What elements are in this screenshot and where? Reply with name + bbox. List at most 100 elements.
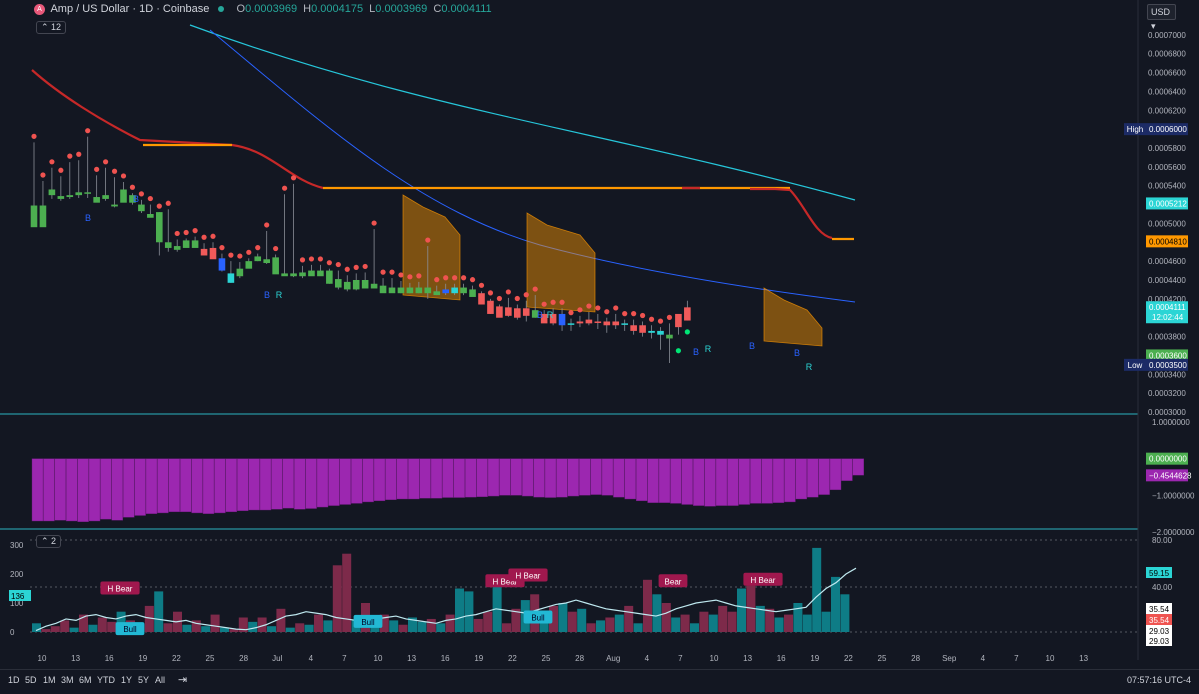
volume-bar [41, 629, 51, 632]
currency-select[interactable]: USD ▾ [1147, 4, 1176, 31]
signal-dot [228, 252, 234, 258]
candle-body [102, 195, 109, 199]
histogram-bar [442, 458, 454, 498]
date-axis-tick: 13 [743, 654, 752, 663]
date-axis-tick: 16 [777, 654, 786, 663]
date-axis-tick: 25 [542, 654, 551, 663]
volume-bar [840, 594, 850, 632]
indicator-count: 12 [51, 22, 62, 32]
histogram-bar [533, 458, 545, 498]
histogram-bar [761, 458, 773, 504]
date-range-icon[interactable]: ⇥ [178, 673, 187, 686]
range-6m[interactable]: 6M [79, 675, 92, 685]
signal-dot [613, 305, 619, 311]
signal-dot [103, 159, 109, 165]
histogram-bar [738, 458, 750, 505]
pane-toggle[interactable]: ⌃ 2 [36, 535, 62, 548]
signal-dot [111, 168, 118, 174]
range-1d[interactable]: 1D [8, 675, 20, 685]
volume-bar [88, 624, 98, 632]
volume-bar [784, 614, 793, 632]
candle-body [433, 291, 441, 296]
candle-body [308, 270, 315, 277]
currency-label: USD [1151, 7, 1171, 17]
volume-bar [285, 627, 295, 632]
candle-body [236, 268, 244, 277]
clock[interactable]: 07:57:16 UTC-4 [1127, 675, 1191, 685]
date-axis-tick: 4 [309, 654, 314, 663]
histogram-bar [373, 458, 386, 502]
volume-label-value: 35.54 [1149, 616, 1170, 625]
range-1y[interactable]: 1Y [121, 675, 132, 685]
candle-body [469, 289, 476, 297]
histogram-bar [77, 458, 89, 522]
price-axis-tick: 0.0004600 [1148, 257, 1186, 266]
candle-body [138, 204, 145, 212]
candle-body [648, 330, 655, 333]
range-5y[interactable]: 5Y [138, 675, 149, 685]
open-key: O [236, 3, 246, 15]
price-label-value: 0.0004810 [1149, 237, 1187, 246]
volume-bar [483, 611, 493, 632]
signal-dot [559, 299, 565, 305]
candle-body [39, 205, 47, 228]
signal-dot [666, 314, 673, 320]
histogram-bar [408, 458, 420, 500]
volume-bar [295, 623, 305, 632]
candle-body [388, 287, 396, 294]
signal-dot [58, 167, 64, 173]
histogram-bar [282, 458, 294, 509]
signal-dot [255, 245, 261, 251]
open-value: 0.0003969 [245, 3, 298, 15]
chart-canvas[interactable]: 0.00070000.00068000.00066000.00064000.00… [0, 0, 1199, 689]
histogram-bar [852, 458, 864, 476]
date-axis-tick: 22 [172, 654, 181, 663]
candle-body [496, 306, 503, 318]
price-axis-tick: 0.0003000 [1148, 408, 1186, 417]
candle-body [657, 330, 664, 335]
annotation-label: Bull [361, 618, 375, 627]
price-axis-tick: 0.0006400 [1148, 87, 1186, 96]
range-all[interactable]: All [155, 675, 165, 685]
candle-body [218, 258, 226, 271]
date-axis-tick: Sep [942, 654, 957, 663]
date-axis-tick: 10 [38, 654, 47, 663]
range-3m[interactable]: 3M [61, 675, 74, 685]
range-1m[interactable]: 1M [43, 675, 56, 685]
histogram-bar [499, 458, 511, 496]
candle-body [245, 261, 253, 269]
candle-body [335, 279, 342, 288]
annotation-label: H Bear [108, 585, 133, 594]
signal-dot-green [675, 348, 682, 354]
price-axis-tick: 0.0003400 [1148, 370, 1186, 379]
indicator-toggle[interactable]: ⌃ 12 [36, 21, 67, 34]
volume-bar [821, 611, 831, 632]
candle-body [352, 280, 360, 290]
candle-body [361, 280, 369, 289]
signal-dot [523, 292, 529, 298]
chart-legend: A Amp / US Dollar · 1D · Coinbase O0.000… [34, 3, 492, 15]
signal-dot [335, 261, 341, 268]
histogram-bar [590, 458, 602, 495]
histogram-bar [134, 458, 146, 516]
candle-body [227, 273, 235, 283]
pane-count: 2 [51, 536, 57, 546]
date-axis-tick: 16 [441, 654, 450, 663]
signal-dot [344, 266, 350, 272]
histogram-bar [31, 458, 44, 522]
chart-stage[interactable]: 0.0007000 0.0006800 0.0006600 0.0006400 0.00… [0, 0, 1199, 690]
candle-body [93, 197, 100, 203]
date-axis-tick: 22 [844, 654, 853, 663]
volume-bar [596, 620, 605, 632]
volume-bar [690, 623, 699, 632]
volume-bar [163, 623, 173, 632]
price-label-tag-text: High [1127, 125, 1143, 134]
price-axis-tick: 0.0006600 [1148, 69, 1186, 78]
signal-dot [290, 175, 297, 181]
range-5d[interactable]: 5D [25, 675, 37, 685]
histogram-bar [544, 458, 557, 498]
signal-dot [568, 310, 574, 316]
range-ytd[interactable]: YTD [97, 675, 115, 685]
price-label-value: 0.0005212 [1149, 199, 1187, 208]
signal-dot [129, 184, 136, 190]
